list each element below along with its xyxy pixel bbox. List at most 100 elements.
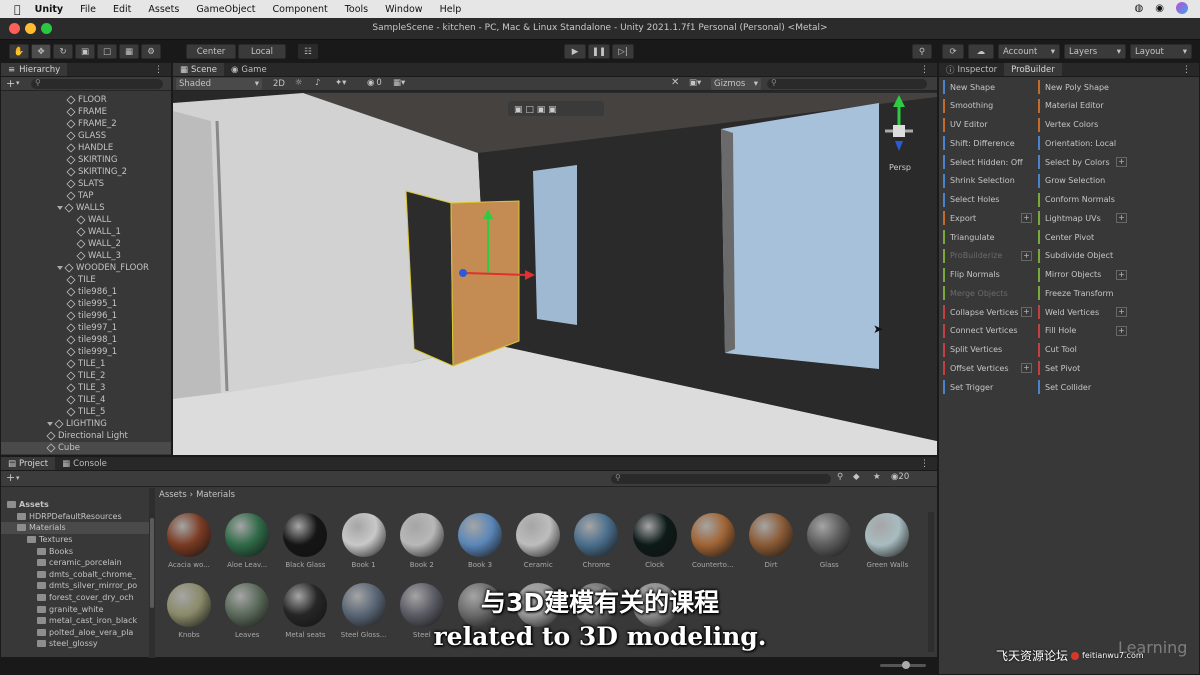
menu-help[interactable]: Help xyxy=(440,4,462,15)
probuilder-action-button[interactable]: Smoothing xyxy=(943,98,1032,113)
move-tool-button[interactable]: ✥ xyxy=(31,44,51,59)
options-plus-icon[interactable]: + xyxy=(1021,250,1032,261)
material-asset[interactable]: Green Walls xyxy=(861,509,913,571)
create-asset-button[interactable]: + xyxy=(6,471,15,484)
probuilder-action-button[interactable]: Center Pivot xyxy=(1038,230,1127,244)
toggle-2d-button[interactable]: 2D xyxy=(273,79,285,89)
probuilder-action-button[interactable]: Shrink Selection xyxy=(943,173,1032,188)
probuilder-action-button[interactable]: Conform Normals xyxy=(1038,192,1127,207)
hierarchy-item[interactable]: WALL xyxy=(1,214,171,226)
overlay-toolbar[interactable]: ▣ □ ▣ ▣ xyxy=(508,101,604,116)
scale-tool-button[interactable]: ▣ xyxy=(75,44,95,59)
probuilder-action-button[interactable]: Select Holes xyxy=(943,192,1032,207)
search-button[interactable]: ⚲ xyxy=(912,44,932,59)
hierarchy-item[interactable]: SKIRTING_2 xyxy=(1,166,171,178)
gizmo-z-handle[interactable] xyxy=(459,269,467,277)
material-asset[interactable]: Chrome xyxy=(570,509,622,571)
probuilder-action-button[interactable]: Set Collider xyxy=(1038,380,1127,394)
wifi-icon[interactable]: ◍ xyxy=(1135,3,1144,14)
project-folder-item[interactable]: Assets xyxy=(1,499,149,511)
hierarchy-item[interactable]: WALLS xyxy=(1,202,171,214)
search-by-label-icon[interactable]: ◆ xyxy=(853,472,860,482)
probuilder-action-button[interactable]: Collapse Vertices + xyxy=(943,305,1032,319)
hierarchy-item[interactable]: Directional Light xyxy=(1,430,171,442)
more-options-icon[interactable]: ⋮ xyxy=(920,65,929,75)
siri-icon[interactable] xyxy=(1176,2,1188,14)
hierarchy-item[interactable]: WOODEN_FLOOR xyxy=(1,262,171,274)
probuilder-action-button[interactable]: New Poly Shape xyxy=(1038,80,1127,94)
material-asset[interactable]: Book 1 xyxy=(338,509,390,571)
project-folder-item[interactable]: Textures xyxy=(1,534,149,546)
hierarchy-item[interactable]: tile998_1 xyxy=(1,334,171,346)
tab-game[interactable]: ◉ Game xyxy=(224,63,274,76)
effects-toggle-icon[interactable]: ✦▾ xyxy=(335,78,346,88)
options-plus-icon[interactable]: + xyxy=(1116,269,1127,280)
expand-arrow-icon[interactable] xyxy=(57,206,63,210)
hierarchy-item[interactable]: WALL_2 xyxy=(1,238,171,250)
menu-window[interactable]: Window xyxy=(385,4,422,15)
probuilder-action-button[interactable]: Triangulate xyxy=(943,230,1032,244)
search-by-type-icon[interactable]: ⚲ xyxy=(837,472,843,482)
tab-inspector[interactable]: ⓘ Inspector xyxy=(939,63,1004,76)
play-button[interactable]: ▶ xyxy=(564,44,586,59)
options-plus-icon[interactable]: + xyxy=(1116,325,1127,336)
hierarchy-item[interactable]: WALL_1 xyxy=(1,226,171,238)
probuilder-action-button[interactable]: Cut Tool xyxy=(1038,342,1127,357)
transform-tool-button[interactable]: ▦ xyxy=(119,44,139,59)
probuilder-action-button[interactable]: UV Editor xyxy=(943,117,1032,132)
gizmos-dropdown[interactable]: Gizmos ▾ xyxy=(711,78,761,90)
lighting-toggle-icon[interactable]: ☼ xyxy=(295,78,303,88)
audio-toggle-icon[interactable]: ♪ xyxy=(315,78,320,88)
tools-close-icon[interactable]: ✕ xyxy=(671,77,679,88)
hand-tool-button[interactable]: ✋ xyxy=(9,44,29,59)
hierarchy-item[interactable]: TILE_1 xyxy=(1,358,171,370)
project-search-input[interactable]: ⚲ xyxy=(611,473,831,484)
material-asset[interactable]: Glass xyxy=(803,509,855,571)
probuilder-action-button[interactable]: Set Pivot xyxy=(1038,361,1127,376)
cloud-button[interactable]: ☁ xyxy=(968,44,994,59)
probuilder-action-button[interactable]: Vertex Colors xyxy=(1038,117,1127,132)
probuilder-action-button[interactable]: Split Vertices xyxy=(943,342,1032,357)
hidden-packages-toggle[interactable]: ◉20 xyxy=(891,472,909,482)
rotate-tool-button[interactable]: ↻ xyxy=(53,44,73,59)
probuilder-action-button[interactable]: Connect Vertices xyxy=(943,323,1032,338)
probuilder-action-button[interactable]: Weld Vertices + xyxy=(1038,305,1127,319)
menu-edit[interactable]: Edit xyxy=(113,4,131,15)
hierarchy-item[interactable]: FRAME xyxy=(1,106,171,118)
menu-component[interactable]: Component xyxy=(273,4,328,15)
hierarchy-item[interactable]: TILE_4 xyxy=(1,394,171,406)
pause-button[interactable]: ❚❚ xyxy=(588,44,610,59)
probuilder-action-button[interactable]: Merge Objects xyxy=(943,286,1032,301)
chevron-down-icon[interactable]: ▾ xyxy=(16,474,20,482)
material-asset[interactable]: Dirt xyxy=(745,509,797,571)
hierarchy-item[interactable]: TILE_5 xyxy=(1,406,171,418)
camera-icon[interactable]: ▣▾ xyxy=(689,78,701,88)
hierarchy-item[interactable]: HANDLE xyxy=(1,142,171,154)
hierarchy-item[interactable]: tile995_1 xyxy=(1,298,171,310)
probuilder-action-button[interactable]: Material Editor xyxy=(1038,98,1127,113)
material-asset[interactable]: Acacia wo... xyxy=(163,509,215,571)
menu-file[interactable]: File xyxy=(80,4,96,15)
shading-mode-dropdown[interactable]: Shaded ▾ xyxy=(176,78,262,90)
options-plus-icon[interactable]: + xyxy=(1021,213,1032,224)
options-plus-icon[interactable]: + xyxy=(1021,363,1032,374)
hierarchy-item[interactable]: LIGHTING xyxy=(1,418,171,430)
layout-dropdown[interactable]: Layout ▾ xyxy=(1130,44,1192,59)
hierarchy-item[interactable]: TILE_2 xyxy=(1,370,171,382)
favorites-icon[interactable]: ★ xyxy=(873,472,881,482)
custom-tool-button[interactable]: ⚙ xyxy=(141,44,161,59)
hierarchy-item[interactable]: FRAME_2 xyxy=(1,118,171,130)
material-asset[interactable]: Clock xyxy=(629,509,681,571)
grid-snap-button[interactable]: ☷ xyxy=(298,44,318,59)
material-asset[interactable]: Ceramic xyxy=(512,509,564,571)
hierarchy-item[interactable]: Cube xyxy=(1,442,171,454)
probuilder-action-button[interactable]: Set Trigger xyxy=(943,380,1032,394)
pivot-space-toggle[interactable]: Local xyxy=(238,44,286,59)
hierarchy-item[interactable]: TILE xyxy=(1,274,171,286)
project-folder-item[interactable]: Books xyxy=(1,545,149,557)
zoom-slider[interactable] xyxy=(880,661,926,669)
scene-search-input[interactable]: ⚲ xyxy=(767,78,927,89)
hierarchy-item[interactable]: TILE_3 xyxy=(1,382,171,394)
menu-tools[interactable]: Tools xyxy=(345,4,368,15)
probuilder-action-button[interactable]: Select by Colors + xyxy=(1038,155,1127,169)
